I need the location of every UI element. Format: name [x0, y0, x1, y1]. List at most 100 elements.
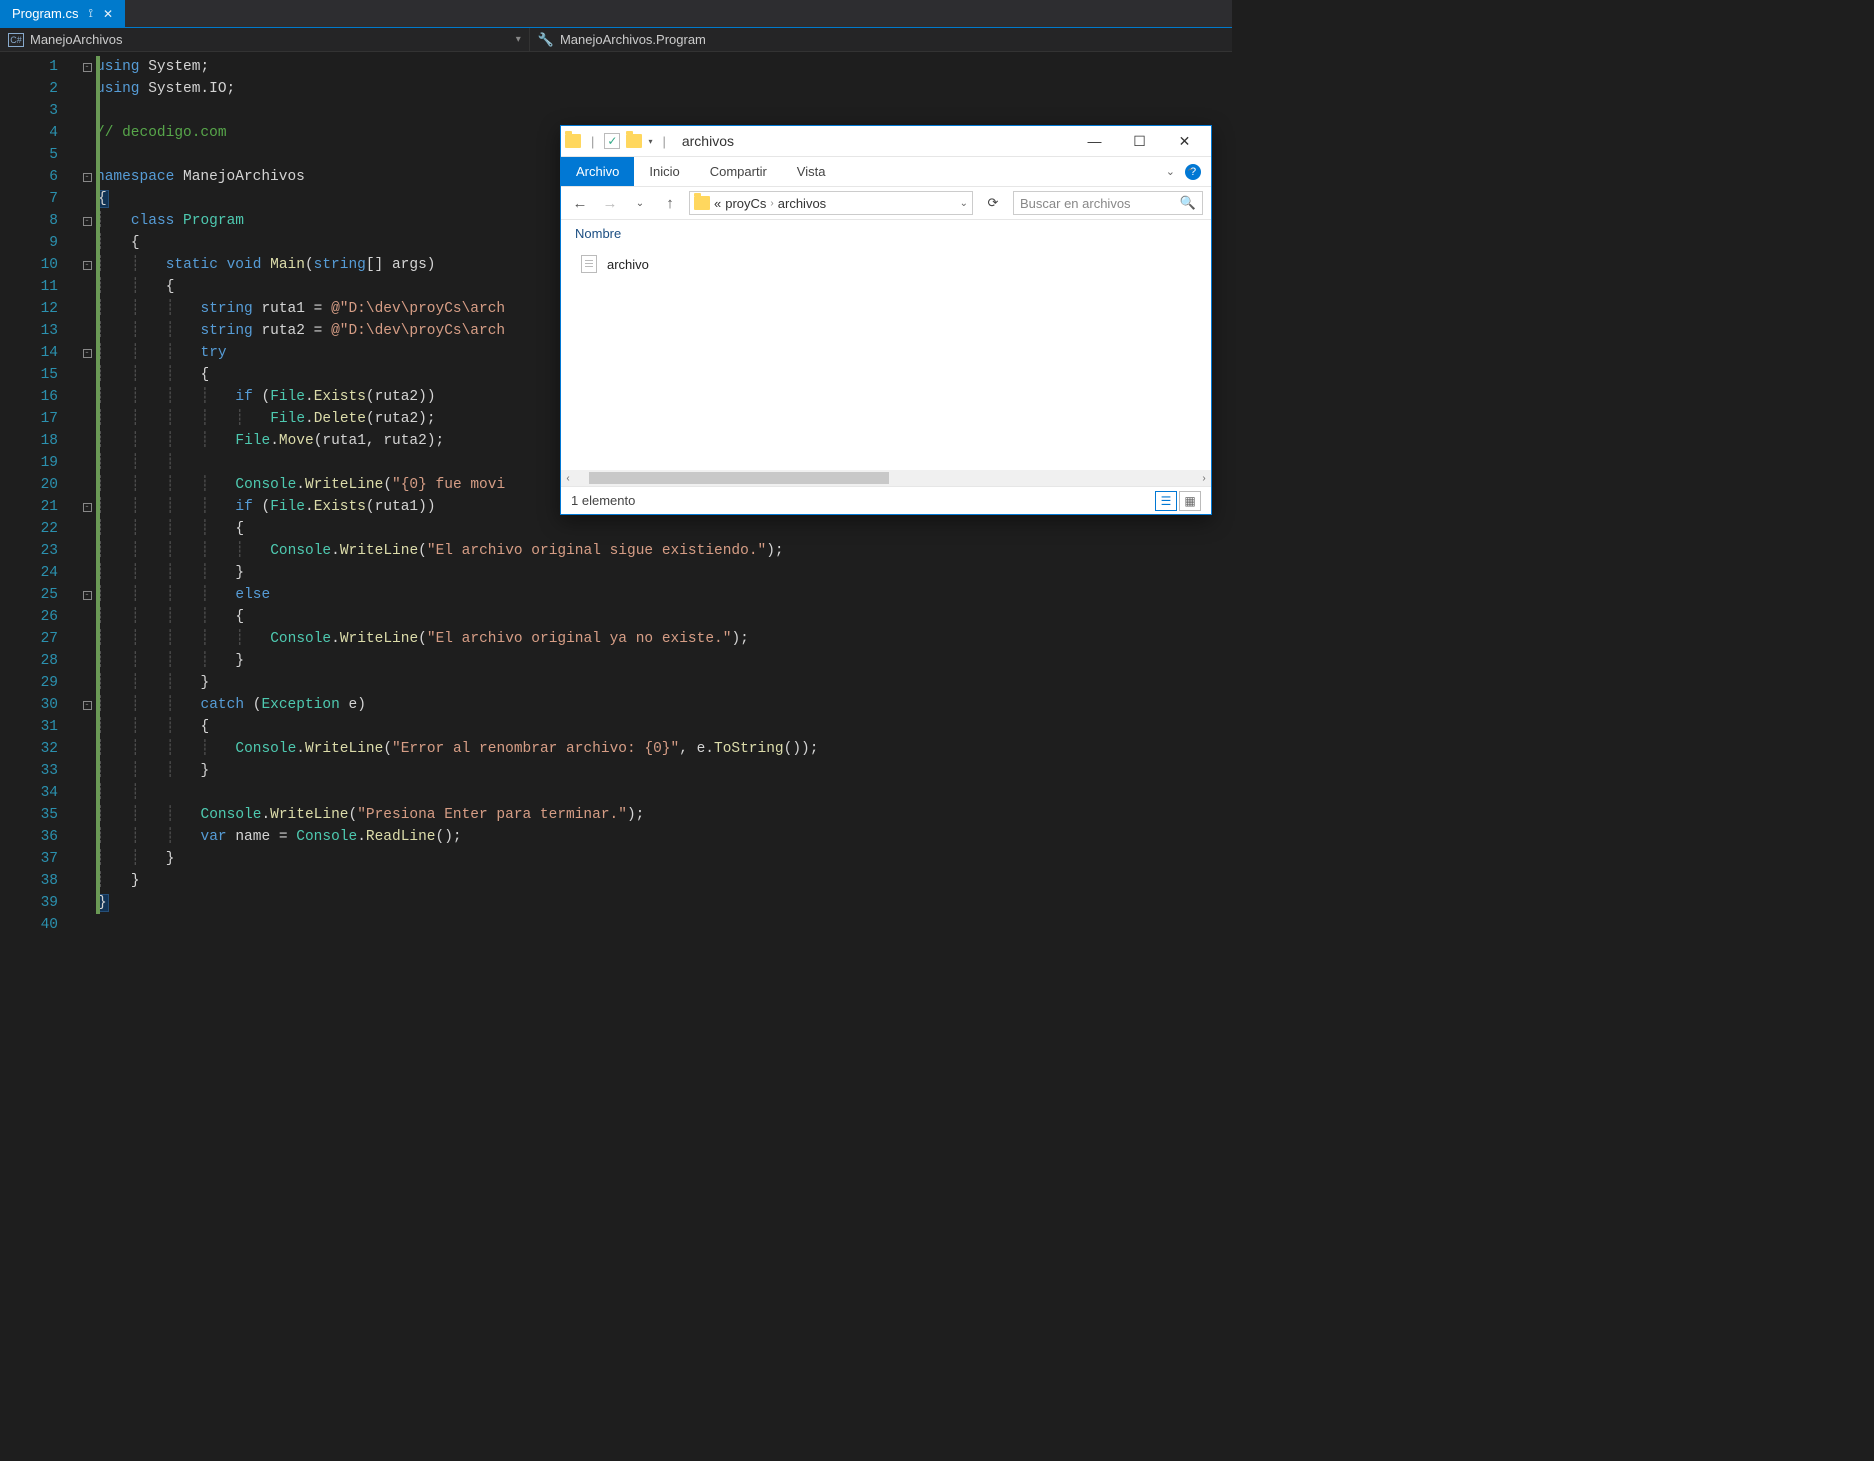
maximize-button[interactable]: ☐ [1117, 126, 1162, 156]
fold-marker[interactable]: - [78, 496, 96, 518]
minimize-button[interactable]: — [1072, 126, 1117, 156]
code-line[interactable]: ┊ ┊ ┊ ┊ } [96, 650, 1232, 672]
file-explorer-window[interactable]: | ✓ ▾ | archivos — ☐ ✕ Archivo Inicio Co… [560, 125, 1212, 515]
tab-bar: Program.cs ⟟ ✕ [0, 0, 1232, 28]
qat-properties-icon[interactable]: ✓ [604, 133, 620, 149]
fold-marker[interactable]: - [78, 342, 96, 364]
line-number: 3 [0, 100, 58, 122]
code-line[interactable]: ┊ ┊ ┊ ┊ } [96, 562, 1232, 584]
fold-marker [78, 826, 96, 848]
nav-forward-button[interactable]: → [599, 195, 621, 212]
view-details-button[interactable]: ☰ [1155, 491, 1177, 511]
code-line[interactable] [96, 914, 1232, 936]
line-number: 11 [0, 276, 58, 298]
code-line[interactable]: ┊ ┊ } [96, 848, 1232, 870]
address-dropdown-icon[interactable]: ⌄ [960, 198, 968, 209]
chevron-right-icon: › [770, 198, 773, 209]
line-number: 38 [0, 870, 58, 892]
fold-marker [78, 738, 96, 760]
fold-marker[interactable]: - [78, 254, 96, 276]
line-number: 23 [0, 540, 58, 562]
code-line[interactable]: ┊ ┊ ┊ ┊ Console.WriteLine("Error al reno… [96, 738, 1232, 760]
line-number: 25 [0, 584, 58, 606]
qat-dropdown-icon[interactable]: ▾ [648, 137, 652, 146]
code-line[interactable]: ┊ ┊ ┊ ┊ { [96, 518, 1232, 540]
code-line[interactable]: ┊ } [96, 870, 1232, 892]
scroll-right-icon[interactable]: › [1197, 473, 1211, 484]
ribbon-tab-home[interactable]: Inicio [634, 157, 694, 186]
code-line[interactable]: ┊ ┊ ┊ Console.WriteLine("Presiona Enter … [96, 804, 1232, 826]
fold-marker[interactable]: - [78, 210, 96, 232]
fold-marker[interactable]: - [78, 56, 96, 78]
breadcrumb-segment[interactable]: proyCs › [725, 196, 774, 211]
fold-column[interactable]: - - - - - - - - [78, 56, 96, 936]
view-icons-button[interactable]: ▦ [1179, 491, 1201, 511]
line-number: 18 [0, 430, 58, 452]
file-list[interactable]: archivo [561, 247, 1211, 470]
refresh-button[interactable]: ⟳ [981, 195, 1005, 211]
fold-marker [78, 100, 96, 122]
fold-marker[interactable]: - [78, 584, 96, 606]
scrollbar-thumb[interactable] [589, 472, 889, 484]
horizontal-scrollbar[interactable]: ‹ › [561, 470, 1211, 486]
fold-marker [78, 782, 96, 804]
tab-program-cs[interactable]: Program.cs ⟟ ✕ [0, 0, 125, 27]
member-dropdown[interactable]: 🔧 ManejoArchivos.Program [530, 28, 1232, 51]
fold-marker [78, 562, 96, 584]
code-line[interactable]: ┊ ┊ ┊ ┊ else [96, 584, 1232, 606]
breadcrumb-ellipsis[interactable]: « [714, 196, 721, 211]
line-number: 17 [0, 408, 58, 430]
line-number: 24 [0, 562, 58, 584]
code-line[interactable]: ┊ ┊ ┊ catch (Exception e) [96, 694, 1232, 716]
fold-marker [78, 122, 96, 144]
titlebar-separator: | [587, 134, 598, 149]
file-item[interactable]: archivo [575, 251, 1197, 277]
explorer-title: archivos [676, 133, 734, 149]
code-line[interactable]: ┊ ┊ ┊ } [96, 760, 1232, 782]
line-number: 19 [0, 452, 58, 474]
explorer-titlebar[interactable]: | ✓ ▾ | archivos — ☐ ✕ [561, 126, 1211, 156]
fold-marker[interactable]: - [78, 166, 96, 188]
ribbon-tab-view[interactable]: Vista [782, 157, 841, 186]
breadcrumb-segment[interactable]: archivos [778, 196, 826, 211]
nav-back-button[interactable]: ← [569, 195, 591, 212]
code-line[interactable]: ┊ ┊ ┊ ┊ { [96, 606, 1232, 628]
close-tab-icon[interactable]: ✕ [103, 7, 113, 21]
ribbon-tab-file[interactable]: Archivo [561, 157, 634, 186]
ribbon-expand-icon[interactable]: ⌄ [1166, 165, 1175, 178]
line-number: 29 [0, 672, 58, 694]
fold-marker [78, 848, 96, 870]
project-dropdown[interactable]: C# ManejoArchivos ▾ [0, 28, 530, 51]
close-button[interactable]: ✕ [1162, 126, 1207, 156]
line-number: 10 [0, 254, 58, 276]
nav-up-button[interactable]: ↑ [659, 195, 681, 212]
code-line[interactable]: ┊ ┊ ┊ var name = Console.ReadLine(); [96, 826, 1232, 848]
pin-icon[interactable]: ⟟ [88, 6, 92, 21]
fold-marker[interactable]: - [78, 694, 96, 716]
code-line[interactable]: using System; [96, 56, 1232, 78]
code-line[interactable]: using System.IO; [96, 78, 1232, 100]
line-number: 22 [0, 518, 58, 540]
fold-marker [78, 188, 96, 210]
code-line[interactable]: ┊ ┊ [96, 782, 1232, 804]
address-bar[interactable]: « proyCs › archivos ⌄ [689, 191, 973, 215]
tab-filename: Program.cs [12, 6, 78, 21]
line-number: 32 [0, 738, 58, 760]
code-line[interactable]: } [96, 892, 1232, 914]
fold-marker [78, 914, 96, 936]
code-line[interactable]: ┊ ┊ ┊ } [96, 672, 1232, 694]
nav-history-dropdown[interactable]: ⌄ [629, 198, 651, 209]
search-input[interactable]: Buscar en archivos 🔍 [1013, 191, 1203, 215]
code-line[interactable] [96, 100, 1232, 122]
scroll-left-icon[interactable]: ‹ [561, 473, 575, 484]
fold-marker [78, 804, 96, 826]
code-line[interactable]: ┊ ┊ ┊ ┊ ┊ Console.WriteLine("El archivo … [96, 540, 1232, 562]
text-file-icon [581, 255, 597, 273]
column-header-name[interactable]: Nombre [561, 220, 1211, 247]
fold-marker [78, 78, 96, 100]
code-line[interactable]: ┊ ┊ ┊ { [96, 716, 1232, 738]
file-name: archivo [607, 257, 649, 272]
code-line[interactable]: ┊ ┊ ┊ ┊ ┊ Console.WriteLine("El archivo … [96, 628, 1232, 650]
ribbon-tab-share[interactable]: Compartir [695, 157, 782, 186]
fold-marker [78, 518, 96, 540]
